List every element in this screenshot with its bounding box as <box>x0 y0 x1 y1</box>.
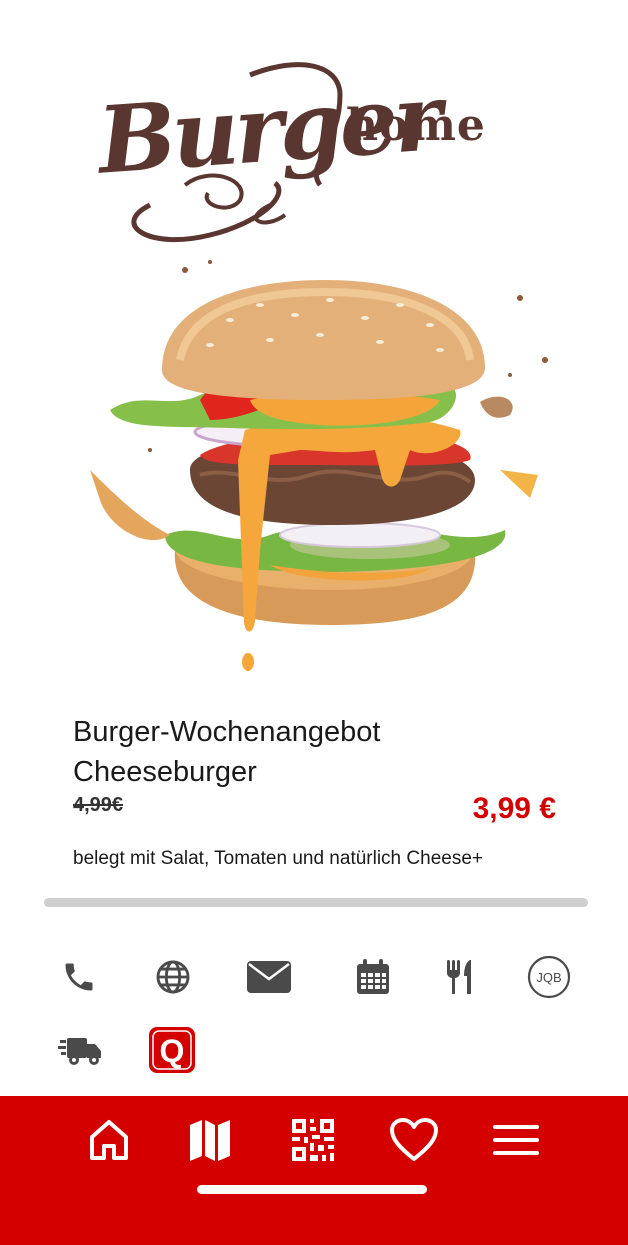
qr-code-icon[interactable] <box>285 1114 341 1166</box>
map-icon[interactable] <box>182 1114 238 1166</box>
phone-icon[interactable] <box>56 954 102 1000</box>
offer-title: Burger-Wochenangebot Cheeseburger <box>73 712 380 792</box>
brand-logo: Burger home <box>90 55 570 250</box>
q-app-icon[interactable]: Q <box>148 1026 196 1074</box>
logo-home-text: home <box>346 100 486 151</box>
calendar-icon[interactable] <box>350 954 396 1000</box>
delivery-truck-icon[interactable] <box>56 1028 104 1074</box>
globe-icon[interactable] <box>150 954 196 1000</box>
offer-description: belegt mit Salat, Tomaten und natürlich … <box>73 848 483 869</box>
burger-image <box>70 250 560 680</box>
home-icon[interactable] <box>81 1114 137 1166</box>
cutlery-icon[interactable] <box>437 954 483 1000</box>
home-indicator[interactable] <box>197 1185 427 1194</box>
offer-title-line2: Cheeseburger <box>73 756 257 788</box>
divider <box>44 898 588 907</box>
new-price: 3,99 € <box>472 792 556 825</box>
offer-title-line1: Burger-Wochenangebot <box>73 716 381 748</box>
q-label: Q <box>160 1033 185 1069</box>
heart-icon[interactable] <box>386 1114 442 1166</box>
jqb-icon[interactable]: JQB <box>526 954 572 1000</box>
bottom-nav <box>0 1096 628 1245</box>
old-price: 4,99€ <box>73 794 124 816</box>
jqb-label: JQB <box>536 970 561 985</box>
menu-icon[interactable] <box>488 1114 544 1166</box>
mail-icon[interactable] <box>245 954 293 1000</box>
